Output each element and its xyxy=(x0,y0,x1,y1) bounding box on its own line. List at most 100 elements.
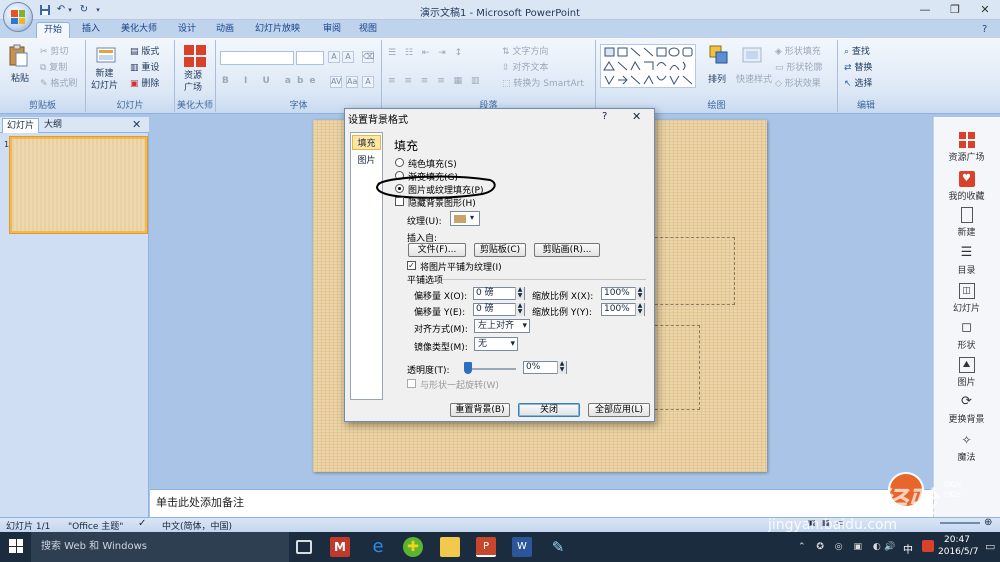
task-view-icon[interactable] xyxy=(296,540,312,554)
arrange-button[interactable]: 排列 xyxy=(708,72,726,85)
reset-background-button[interactable]: 重置背景(B) xyxy=(450,403,510,417)
ime-indicator[interactable]: 中 xyxy=(903,541,913,556)
tab-slides-panel[interactable]: 幻灯片 xyxy=(2,118,40,133)
offset-y-input[interactable]: 0 磅 ▲ ▼ xyxy=(473,303,525,316)
shrink-font-icon[interactable]: A xyxy=(342,51,354,63)
tab-view[interactable]: 视图 xyxy=(352,22,384,38)
tab-slideshow[interactable]: 幻灯片放映 xyxy=(248,22,307,38)
dialog-close-button[interactable]: ✕ xyxy=(632,110,641,123)
layout-button[interactable]: ▤ 版式 xyxy=(130,44,159,57)
find-button[interactable]: ⌕ 查找 xyxy=(844,44,870,57)
edge-icon[interactable]: e xyxy=(368,537,388,557)
resource-square-icon[interactable] xyxy=(184,45,206,67)
windows-start-icon[interactable] xyxy=(9,539,23,553)
paste-button[interactable]: 粘贴 xyxy=(11,71,29,84)
sidebar-item-resource[interactable]: 资源广场 xyxy=(933,132,1000,163)
transparency-slider-track[interactable] xyxy=(466,368,516,370)
shape-outline-button[interactable]: ▭ 形状轮廓 xyxy=(775,60,822,73)
tab-animation[interactable]: 动画 xyxy=(209,22,241,38)
checkbox-tile[interactable]: ✓ xyxy=(407,261,416,270)
nav-picture[interactable]: 图片 xyxy=(352,153,381,166)
clear-format-icon[interactable]: ⌫ xyxy=(362,51,374,63)
notification-icon[interactable]: ▭ xyxy=(985,540,995,553)
clock-time[interactable]: 20:47 xyxy=(944,535,970,545)
file-button[interactable]: 文件(F)... xyxy=(408,243,466,257)
tab-home[interactable]: 开始 xyxy=(36,22,71,38)
mirror-select[interactable]: 无 ▾ xyxy=(474,337,518,351)
sogou-icon[interactable] xyxy=(922,540,934,552)
sidebar-item-shape[interactable]: ◻ 形状 xyxy=(933,320,1000,351)
checkbox-rotate[interactable] xyxy=(407,379,416,388)
shapes-gallery[interactable] xyxy=(600,44,696,88)
transparency-slider-thumb[interactable] xyxy=(464,362,472,374)
tab-design[interactable]: 设计 xyxy=(171,22,203,38)
sidebar-item-favorites[interactable]: ♥ 我的收藏 xyxy=(933,171,1000,202)
spellcheck-icon[interactable]: ✓ xyxy=(138,518,146,529)
office-button[interactable] xyxy=(3,2,33,32)
word-taskbar-icon[interactable]: W xyxy=(512,537,532,557)
sidebar-item-magic[interactable]: ✧ 魔法 xyxy=(933,432,1000,463)
clipart-button[interactable]: 剪贴画(R)... xyxy=(534,243,600,257)
texture-picker[interactable]: ▾ xyxy=(450,211,480,226)
slide-thumbnail[interactable] xyxy=(10,137,147,233)
new-slide-icon[interactable] xyxy=(96,44,118,66)
quick-styles-button[interactable]: 快速样式 xyxy=(736,72,772,85)
reset-button[interactable]: ▥ 重设 xyxy=(130,60,159,73)
paste-icon[interactable] xyxy=(8,44,30,67)
shape-effects-button[interactable]: ◇ 形状效果 xyxy=(775,76,821,89)
apply-all-button[interactable]: 全部应用(L) xyxy=(588,403,650,417)
tab-insert[interactable]: 插入 xyxy=(75,22,107,38)
paint-app-icon[interactable]: ✎ xyxy=(548,537,568,557)
powerpoint-taskbar-icon[interactable]: P xyxy=(476,537,496,557)
resource-square-button[interactable]: 资源 广场 xyxy=(184,70,202,94)
subtitle-placeholder[interactable] xyxy=(655,325,700,410)
clipboard-button[interactable]: 剪贴板(C) xyxy=(474,243,526,257)
sidebar-item-new[interactable]: 新建 xyxy=(933,207,1000,238)
font-format-icons[interactable]: B I U abe S xyxy=(222,76,343,86)
scale-y-spinner-icon[interactable]: ▲ ▼ xyxy=(635,303,644,316)
quick-styles-icon[interactable] xyxy=(741,44,763,66)
align-text-button[interactable]: ⇳ 对齐文本 xyxy=(502,60,548,73)
sidebar-item-image[interactable]: ⛰ 图片 xyxy=(933,357,1000,388)
language-status[interactable]: 中文(简体，中国) xyxy=(162,519,232,532)
format-painter-button[interactable]: ✎ 格式刷 xyxy=(40,76,77,89)
maximize-button[interactable]: ❐ xyxy=(940,0,970,20)
transparency-input[interactable]: 0% ▲ ▼ xyxy=(523,361,567,374)
font-color-icon[interactable]: A xyxy=(362,76,374,88)
nav-fill[interactable]: 填充 xyxy=(352,135,381,150)
text-direction-button[interactable]: ⇅ 文字方向 xyxy=(502,44,548,57)
scale-y-input[interactable]: 100% ▲ ▼ xyxy=(601,303,645,316)
mcafee-icon[interactable]: M xyxy=(330,537,350,557)
security-app-icon[interactable]: ✚ xyxy=(403,537,423,557)
alignment-select[interactable]: 左上对齐 ▾ xyxy=(474,319,530,333)
taskbar-search[interactable]: 搜索 Web 和 Windows xyxy=(31,532,289,562)
sidebar-item-toc[interactable]: ☰ 目录 xyxy=(933,245,1000,276)
list-buttons-icons[interactable]: ☰ ☷ ⇤ ⇥ ↕ xyxy=(388,48,465,58)
change-case-icon[interactable]: Aa xyxy=(346,76,358,88)
tab-outline-panel[interactable]: 大纲 xyxy=(40,118,66,133)
title-placeholder[interactable] xyxy=(655,237,735,305)
close-panel-icon[interactable]: ✕ xyxy=(132,118,141,131)
scale-x-input[interactable]: 100% ▲ ▼ xyxy=(601,287,645,300)
sidebar-item-change-bg[interactable]: ⟳ 更换背景 xyxy=(933,394,1000,425)
convert-smartart-button[interactable]: ⬚ 转换为 SmartArt xyxy=(502,76,584,89)
cut-button[interactable]: ✂ 剪切 xyxy=(40,44,68,57)
offset-x-spinner-icon[interactable]: ▲ ▼ xyxy=(515,287,524,300)
align-buttons-icons[interactable]: ≡ ≡ ≡ ≡ ▦ ▥ xyxy=(388,76,482,86)
offset-y-spinner-icon[interactable]: ▲ ▼ xyxy=(515,303,524,316)
close-dialog-button[interactable]: 关闭 xyxy=(518,403,580,417)
shape-fill-button[interactable]: ◈ 形状填充 xyxy=(775,44,821,57)
char-spacing-icon[interactable]: AV xyxy=(330,76,342,88)
help-icon[interactable]: ? xyxy=(982,24,987,35)
tray-icons[interactable]: ⌃ ✪ ◎ ▣ ◐ xyxy=(798,542,885,552)
dialog-help-button[interactable]: ? xyxy=(602,111,607,122)
transparency-spinner-icon[interactable]: ▲ ▼ xyxy=(557,361,566,374)
replace-button[interactable]: ⇄ 替换 xyxy=(844,60,872,73)
minimize-button[interactable]: — xyxy=(910,0,940,20)
grow-font-icon[interactable]: A xyxy=(328,51,340,63)
tab-review[interactable]: 审阅 xyxy=(316,22,348,38)
clock-date[interactable]: 2016/5/7 xyxy=(938,547,978,557)
font-name-combo[interactable] xyxy=(220,51,294,65)
close-window-button[interactable]: ✕ xyxy=(970,0,1000,20)
volume-icon[interactable]: 🔊 xyxy=(884,542,895,552)
